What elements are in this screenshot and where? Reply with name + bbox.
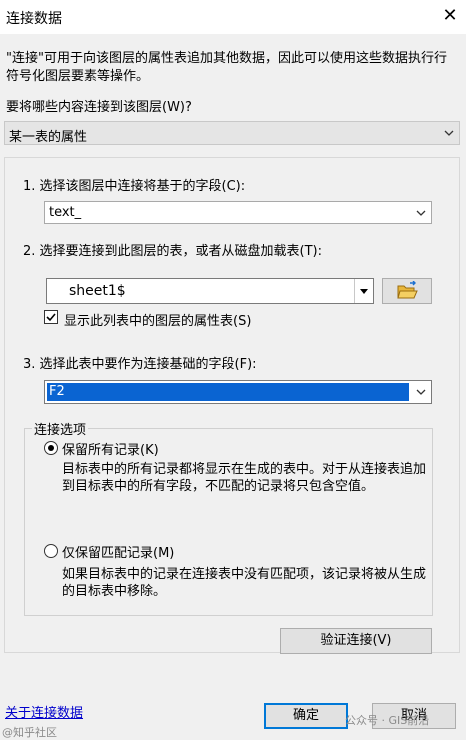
caret-down-icon <box>354 279 373 303</box>
about-joining-data-link[interactable]: 关于连接数据 <box>5 702 83 721</box>
join-type-dropdown[interactable]: 某一表的属性 <box>4 121 460 145</box>
ok-button[interactable]: 确定 <box>264 703 348 729</box>
show-attribute-tables-label: 显示此列表中的图层的属性表(S) <box>64 314 252 329</box>
join-options-title: 连接选项 <box>32 419 89 438</box>
validate-join-button[interactable]: 验证连接(V) <box>280 628 432 654</box>
step1-label: 1. 选择该图层中连接将基于的字段(C): <box>23 179 246 194</box>
keep-matching-records-label[interactable]: 仅保留匹配记录(M) <box>62 542 174 561</box>
keep-matching-records-description: 如果目标表中的记录在连接表中没有匹配项，该记录将被从生成的目标表中移除。 <box>62 567 427 599</box>
chevron-down-icon <box>415 383 427 404</box>
step2-label: 2. 选择要连接到此图层的表，或者从磁盘加载表(T): <box>23 244 323 259</box>
join-base-field-dropdown[interactable]: F2 <box>44 380 432 404</box>
keep-matching-records-radio[interactable] <box>44 544 58 558</box>
close-icon[interactable]: ✕ <box>438 4 462 28</box>
join-base-field-value: F2 <box>47 383 409 401</box>
dialog-description: "连接"可用于向该图层的属性表追加其他数据，因此可以使用这些数据执行行符号化图层… <box>6 51 447 84</box>
join-field-value: text_ <box>49 205 82 220</box>
join-type-value: 某一表的属性 <box>9 130 88 145</box>
window-title: 连接数据 <box>6 11 62 27</box>
open-folder-icon <box>396 280 418 305</box>
join-question-label: 要将哪些内容连接到该图层(W)? <box>6 100 192 115</box>
chevron-down-icon <box>415 204 427 225</box>
keep-all-records-description: 目标表中的所有记录都将显示在生成的表中。对于从连接表追加到目标表中的所有字段，不… <box>62 462 427 494</box>
chevron-down-icon <box>443 124 455 145</box>
browse-table-button[interactable] <box>382 278 432 304</box>
watermark-right: 公众号 · GIS前沿 <box>345 714 430 727</box>
join-table-value: sheet1$ <box>69 283 126 299</box>
show-attribute-tables-checkbox[interactable] <box>44 310 58 324</box>
title-bar <box>0 0 466 34</box>
keep-all-records-label[interactable]: 保留所有记录(K) <box>62 439 159 458</box>
join-table-dropdown[interactable]: sheet1$ <box>46 278 374 304</box>
watermark-left: @知乎社区 <box>2 726 57 739</box>
join-field-dropdown[interactable]: text_ <box>44 201 432 224</box>
step3-label: 3. 选择此表中要作为连接基础的字段(F): <box>23 357 257 372</box>
keep-all-records-radio[interactable] <box>44 441 58 455</box>
